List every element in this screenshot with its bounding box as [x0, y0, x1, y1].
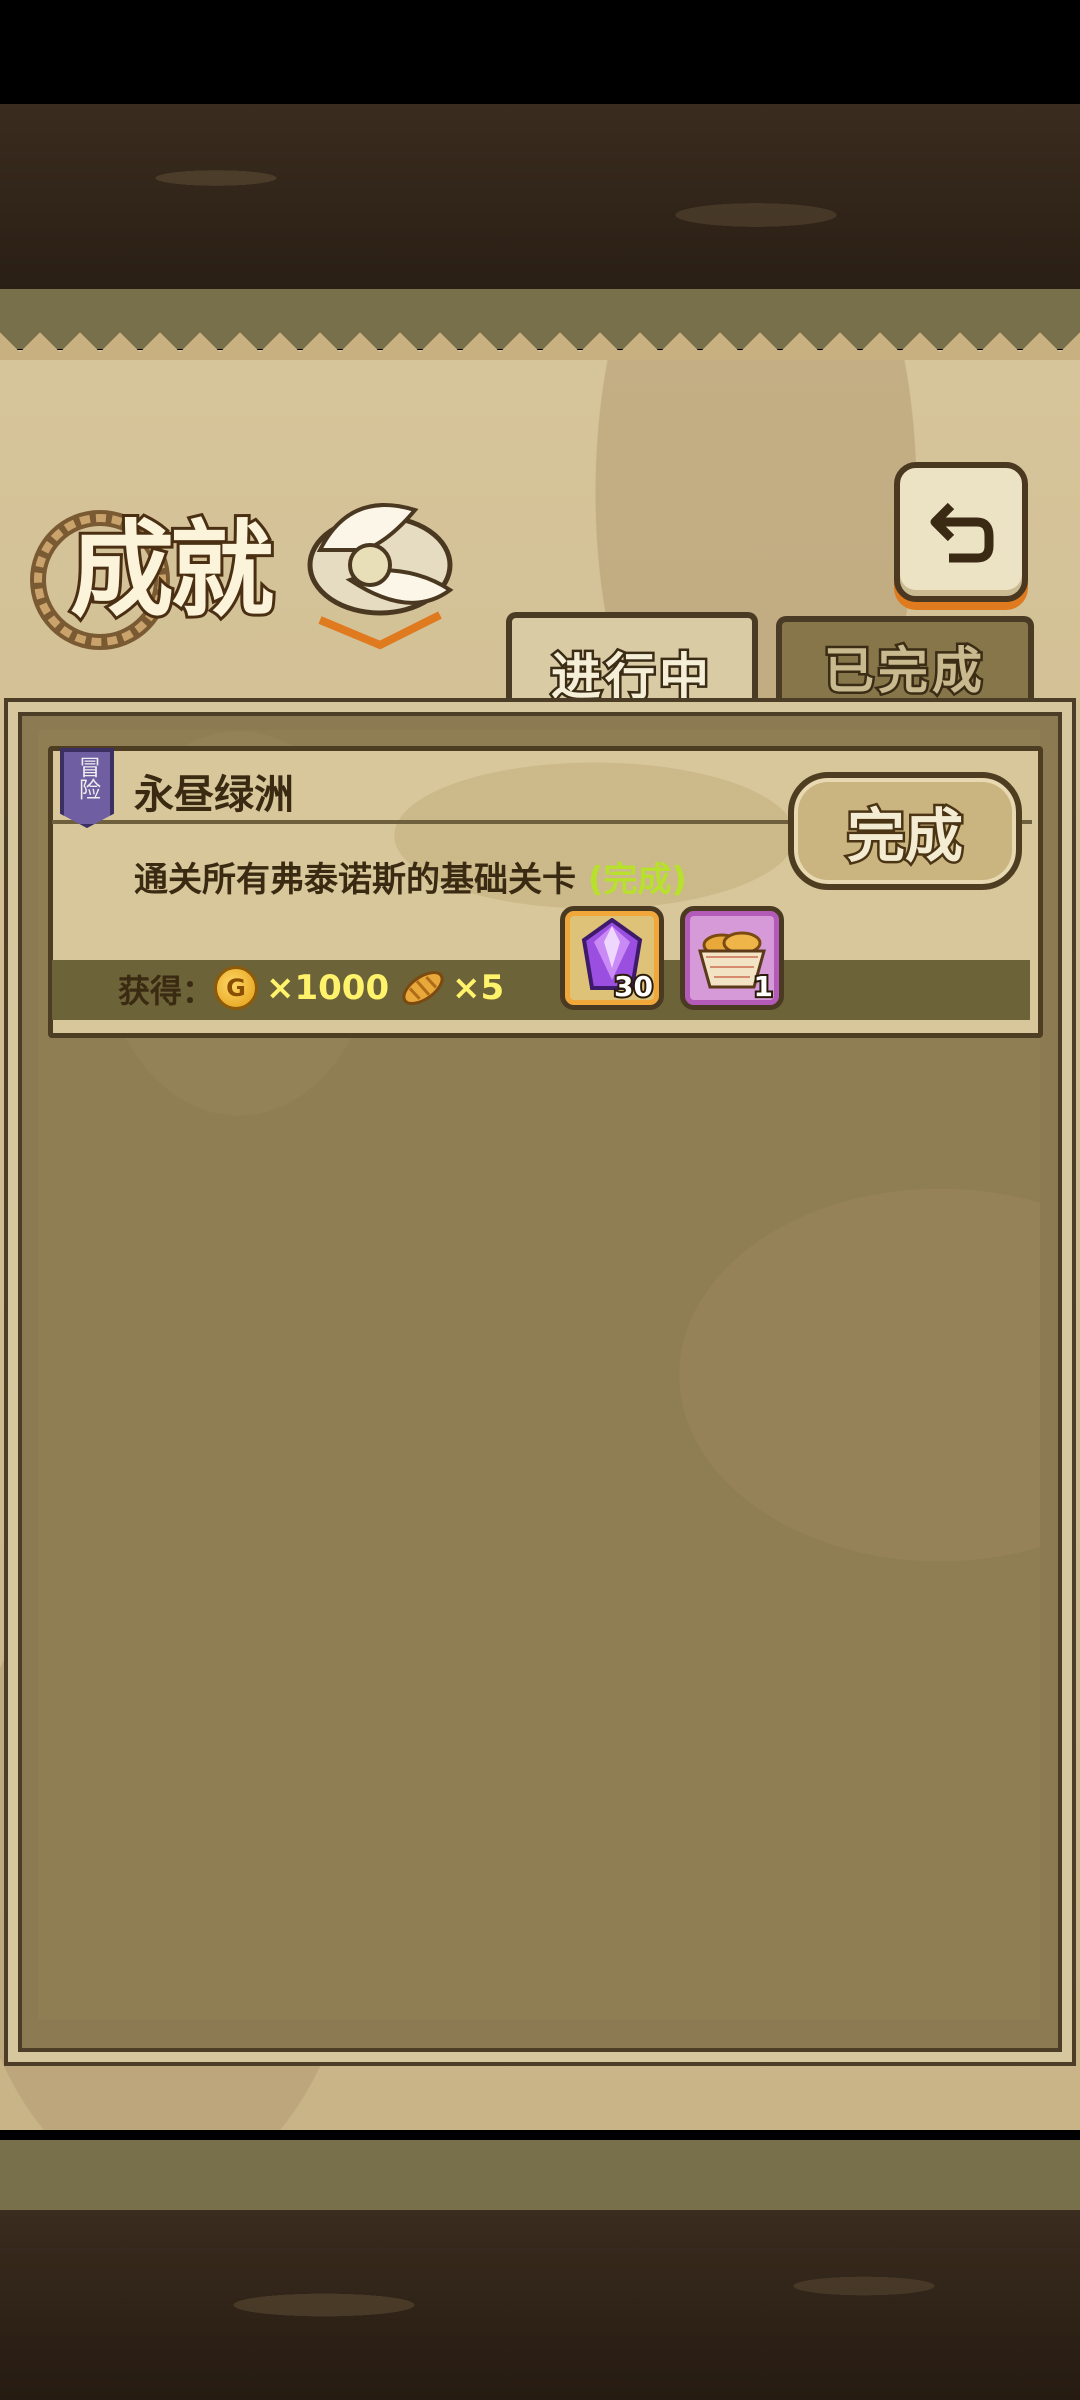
tab-completed[interactable]: 已完成 [776, 616, 1034, 712]
status-bar [0, 0, 1080, 104]
coin-amount: ×1000 [266, 968, 390, 1008]
zigzag-edge-top [0, 318, 1080, 360]
bread-amount: ×5 [452, 968, 505, 1008]
category-label: 冒险 [75, 756, 100, 800]
tab-in-progress-label: 进行中 [549, 646, 713, 709]
bread-basket-count: 1 [751, 968, 775, 1005]
description-text: 通关所有弗泰诺斯的基础关卡 [134, 860, 576, 900]
achievement-title: 永昼绿洲 [134, 772, 294, 818]
olive-band-bottom [0, 2140, 1080, 2210]
complete-button[interactable]: 完成 [788, 772, 1022, 890]
reward-label: 获得： [118, 972, 215, 1010]
crystal-count: 30 [612, 968, 655, 1005]
category-ribbon: 冒险 [60, 748, 114, 828]
reward-item-bread-basket[interactable]: 1 [680, 906, 784, 1010]
tab-completed-label: 已完成 [822, 640, 986, 703]
complete-button-label: 完成 [844, 800, 965, 873]
achievement-description: 通关所有弗泰诺斯的基础关卡 (完成) [134, 852, 687, 901]
bread-icon [402, 970, 444, 1006]
reward-item-crystal[interactable]: 30 [560, 906, 664, 1010]
back-button[interactable] [894, 462, 1028, 602]
page-title: 成就 [67, 505, 277, 634]
back-arrow-icon [930, 502, 994, 563]
gold-coin-icon: G [214, 966, 258, 1010]
map-border-bottom [0, 2210, 1080, 2400]
status-badge: (完成) [587, 860, 687, 900]
map-border-top [0, 104, 1080, 289]
